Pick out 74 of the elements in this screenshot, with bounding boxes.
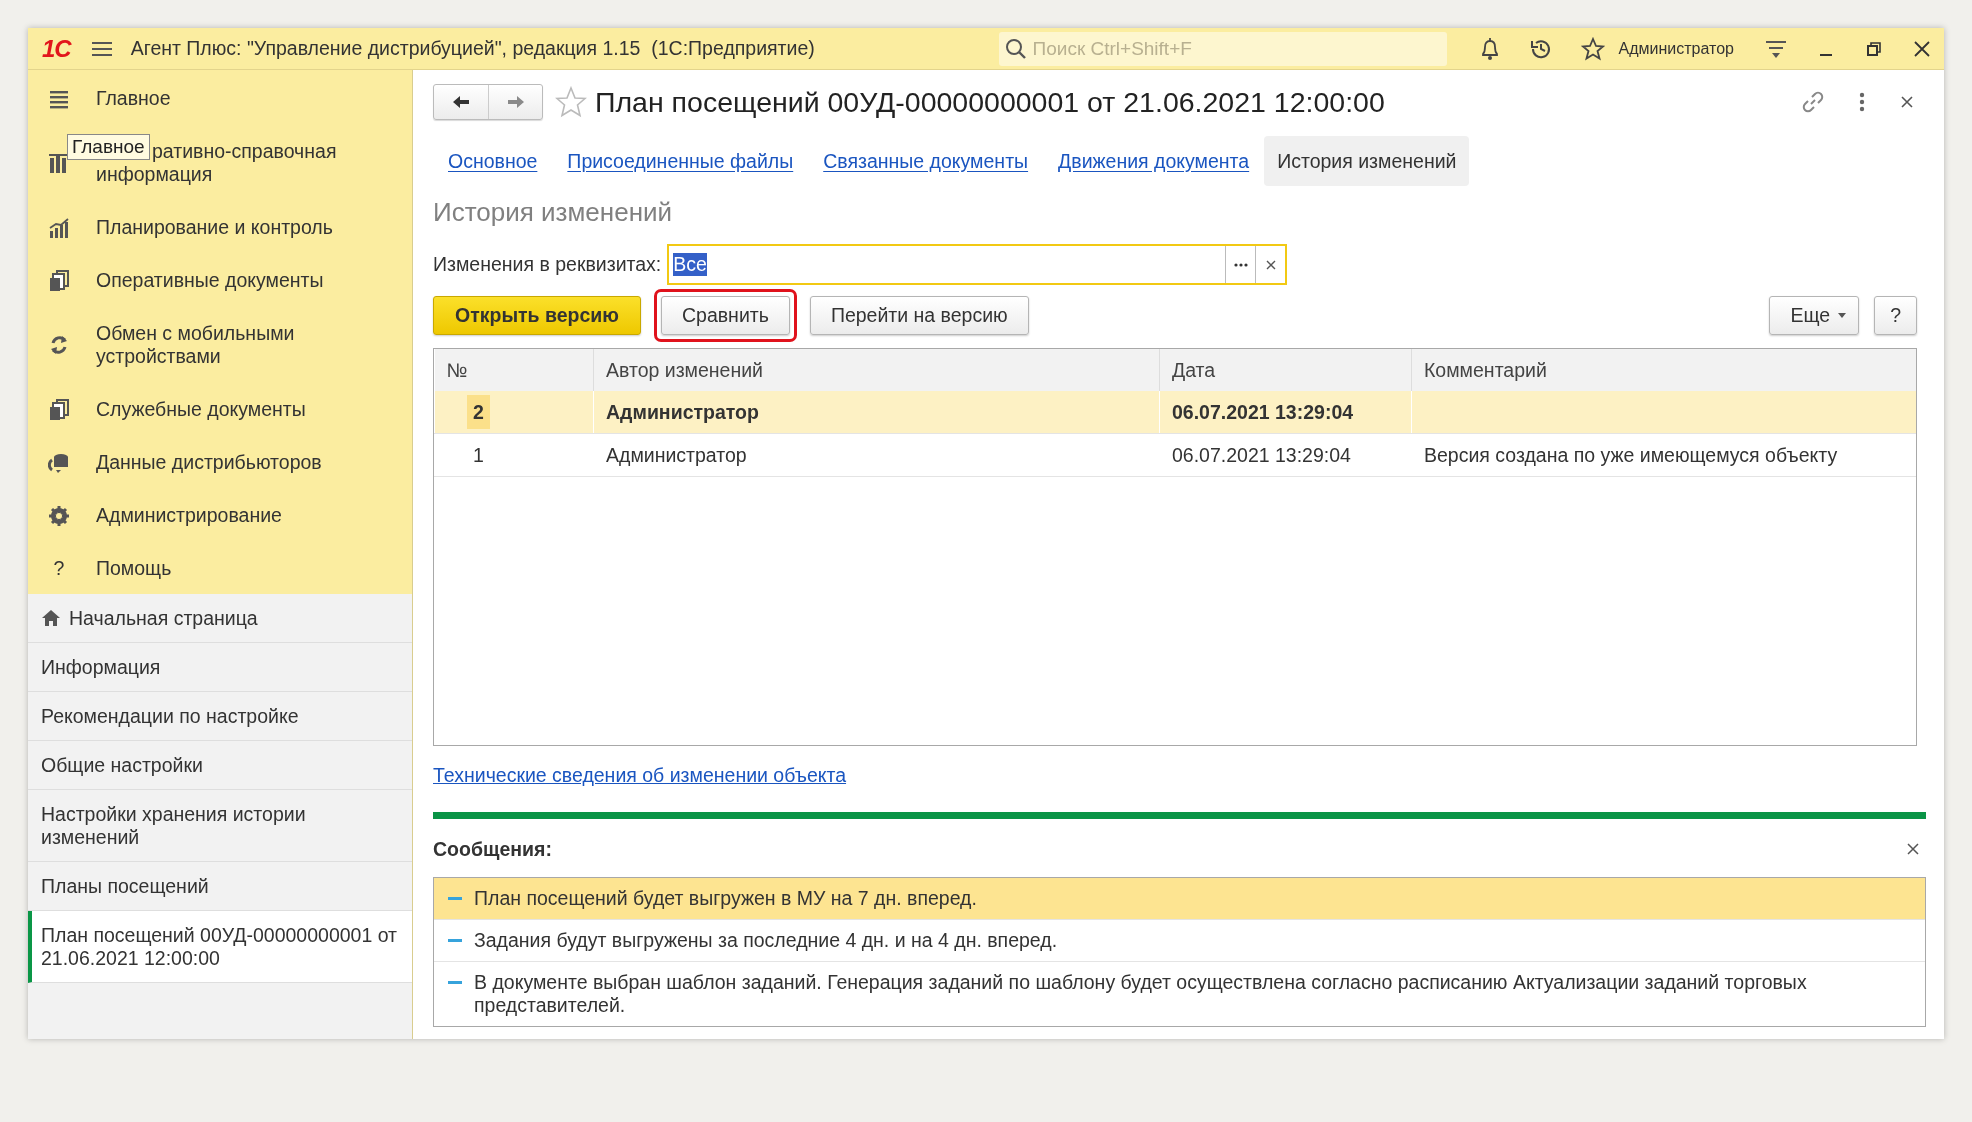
close-icon[interactable] bbox=[1912, 38, 1932, 59]
sidebar-item[interactable]: Главное bbox=[96, 87, 171, 110]
table-cell-text: 1 bbox=[472, 443, 485, 468]
help-icon: ? bbox=[48, 557, 70, 580]
link[interactable]: Технические сведения об изменении объекта bbox=[433, 764, 847, 787]
action-button[interactable]: Сравнить bbox=[661, 295, 790, 335]
table-cell: 06.07.2021 13:29:04 bbox=[1172, 400, 1354, 423]
more-button[interactable]: Еще bbox=[1769, 295, 1860, 335]
message-text: В документе выбран шаблон заданий. Генерация заданий по шаблону будет осуществлена согласно расписанию Актуализации заданий торговых представителей. bbox=[474, 971, 1808, 1017]
tab[interactable]: Связанные документы bbox=[808, 136, 1044, 186]
page-link[interactable]: Начальная страница bbox=[69, 606, 258, 630]
tab[interactable]: Основное bbox=[433, 136, 553, 186]
search-icon bbox=[1004, 37, 1027, 60]
sidebar-item[interactable]: Помощь bbox=[96, 557, 172, 580]
database-icon bbox=[48, 451, 70, 474]
tooltip: Главное bbox=[67, 134, 150, 160]
search-field[interactable]: Поиск Ctrl+Shift+F bbox=[998, 31, 1447, 66]
table-cell: Администратор bbox=[606, 400, 759, 423]
star-icon[interactable] bbox=[555, 86, 587, 118]
column-header: № bbox=[434, 349, 594, 391]
page-link[interactable]: Общие настройки bbox=[41, 753, 203, 777]
bar-chart-icon bbox=[48, 216, 70, 239]
sidebar-item[interactable]: Обмен с мобильными устройствами bbox=[96, 322, 346, 368]
documents-icon bbox=[48, 269, 70, 292]
messages-title: Сообщения: bbox=[433, 837, 552, 861]
documents-icon bbox=[48, 398, 70, 421]
message-text: План посещений будет выгружен в МУ на 7 дн. вперед. bbox=[474, 887, 977, 910]
home-icon bbox=[41, 608, 61, 628]
sidebar-item[interactable]: Администрирование bbox=[96, 504, 282, 527]
tab[interactable]: Движения документа bbox=[1043, 136, 1265, 186]
arrow-left-icon bbox=[451, 94, 471, 110]
more-icon[interactable] bbox=[1859, 92, 1865, 112]
arrow-right-icon bbox=[505, 94, 526, 110]
table-cell: Версия создана по уже имеющемуся объекту bbox=[1424, 443, 1838, 466]
column-header: Автор изменений bbox=[593, 349, 1160, 391]
close-icon bbox=[1265, 259, 1276, 270]
table-cell: Администратор bbox=[606, 443, 747, 466]
dash-icon bbox=[448, 939, 462, 942]
table-cell: 06.07.2021 13:29:04 bbox=[1172, 443, 1351, 466]
sidebar-item[interactable]: Данные дистрибьюторов bbox=[96, 451, 322, 474]
field-label: Изменения в реквизитах: bbox=[433, 253, 662, 276]
tab[interactable]: История изменений bbox=[1264, 136, 1470, 186]
section-title: История изменений bbox=[433, 199, 674, 225]
primary-button[interactable]: Открыть версию bbox=[433, 295, 641, 335]
close-icon[interactable] bbox=[1899, 94, 1915, 110]
close-icon[interactable] bbox=[1906, 842, 1920, 856]
sidebar-item[interactable]: ративно-справочная bbox=[152, 140, 337, 163]
sidebar-item[interactable]: информация bbox=[96, 163, 337, 186]
window-title: Агент Плюс: "Управление дистрибуцией", редакция 1.15 (1С:Предприятие) bbox=[130, 37, 815, 60]
star-icon[interactable] bbox=[1580, 36, 1605, 61]
dash-icon bbox=[448, 981, 462, 984]
sidebar-item[interactable]: Оперативные документы bbox=[96, 269, 324, 292]
sidebar-item[interactable]: Служебные документы bbox=[96, 398, 306, 421]
tab[interactable]: Присоединенные файлы bbox=[552, 136, 809, 186]
page-link[interactable]: Настройки хранения истории изменений bbox=[41, 802, 402, 849]
column-header: Дата bbox=[1159, 349, 1412, 391]
app-logo: 1С bbox=[42, 34, 71, 63]
page-link[interactable]: Информация bbox=[41, 655, 161, 679]
user-name[interactable]: Администратор bbox=[1618, 39, 1734, 58]
column-header: Комментарий bbox=[1411, 349, 1916, 391]
settings-icon bbox=[48, 504, 70, 527]
link-icon[interactable] bbox=[1801, 90, 1825, 114]
ellipsis-icon bbox=[1233, 262, 1248, 267]
document-title: План посещений 00УД-00000000001 от 21.06.2021 12:00:00 bbox=[595, 85, 1385, 119]
table-cell: 2 bbox=[467, 395, 490, 429]
message-text: Задания будут выгружены за последние 4 дн. и на 4 дн. вперед. bbox=[474, 929, 1058, 952]
books-icon bbox=[48, 152, 70, 174]
caret-icon bbox=[1838, 312, 1847, 318]
help-button[interactable]: ? bbox=[1874, 295, 1917, 335]
sidebar-item[interactable]: Планирование и контроль bbox=[96, 216, 333, 239]
action-button[interactable]: Перейти на версию bbox=[809, 295, 1029, 335]
page-link[interactable]: Рекомендации по настройке bbox=[41, 704, 299, 728]
dash-icon bbox=[448, 897, 462, 900]
page-link[interactable]: Планы посещений bbox=[41, 874, 209, 898]
